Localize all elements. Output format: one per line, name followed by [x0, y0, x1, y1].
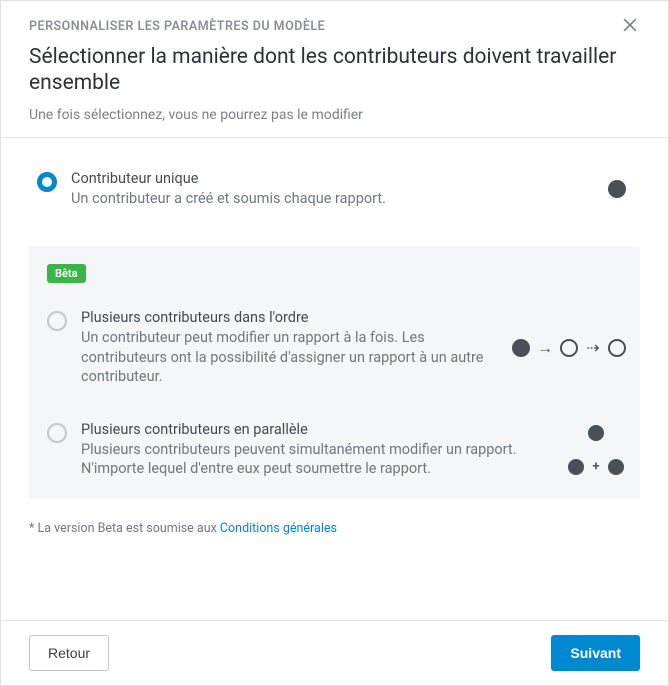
option-desc: Plusieurs contributeurs peuvent simultan… — [81, 440, 544, 479]
header-subtitle: Une fois sélectionnez, vous ne pourrez p… — [29, 107, 640, 123]
option-title: Contributeur unique — [71, 170, 586, 187]
dot-icon — [608, 180, 626, 198]
option-text: Contributeur unique Un contributeur a cr… — [71, 170, 586, 209]
beta-badge: Bêta — [47, 264, 86, 283]
single-contributor-icon — [608, 180, 626, 198]
beta-disclaimer: * La version Beta est soumise aux Condit… — [29, 521, 640, 536]
radio-sequential[interactable] — [47, 311, 67, 331]
back-button[interactable]: Retour — [29, 635, 109, 671]
modal-header: PERSONNALISER LES PARAMÈTRES DU MODÈLE S… — [1, 1, 668, 138]
option-desc: Un contributeur a créé et soumis chaque … — [71, 189, 586, 209]
arrow-right-icon: → — [534, 339, 556, 357]
radio-parallel[interactable] — [47, 423, 67, 443]
option-text: Plusieurs contributeurs en parallèle Plu… — [81, 421, 544, 479]
option-title: Plusieurs contributeurs dans l'ordre — [81, 309, 490, 326]
beta-note-text: * La version Beta est soumise aux — [29, 521, 220, 536]
option-parallel-contributors[interactable]: Plusieurs contributeurs en parallèle Plu… — [47, 413, 632, 489]
dot-hollow-icon — [560, 339, 578, 357]
option-title: Plusieurs contributeurs en parallèle — [81, 421, 544, 438]
close-button[interactable] — [620, 15, 648, 43]
sequential-flow-icon: → ⇢ — [512, 339, 626, 357]
parallel-cluster-icon: + — [566, 425, 626, 475]
option-sequential-contributors[interactable]: Plusieurs contributeurs dans l'ordre Un … — [47, 301, 632, 413]
dot-icon — [512, 339, 530, 357]
modal-footer: Retour Suivant — [1, 620, 668, 685]
arrow-right-dashed-icon: ⇢ — [582, 339, 604, 357]
dot-icon — [608, 459, 624, 475]
close-icon — [620, 15, 640, 35]
page-title: Sélectionner la manière dont les contrib… — [29, 44, 640, 97]
options-scroll-area[interactable]: Contributeur unique Un contributeur a cr… — [1, 138, 668, 621]
header-eyebrow: PERSONNALISER LES PARAMÈTRES DU MODÈLE — [29, 19, 640, 34]
option-desc: Un contributeur peut modifier un rapport… — [81, 328, 490, 387]
option-single-contributor[interactable]: Contributeur unique Un contributeur a cr… — [29, 160, 640, 219]
template-settings-modal: PERSONNALISER LES PARAMÈTRES DU MODÈLE S… — [0, 0, 669, 686]
radio-single[interactable] — [37, 172, 57, 192]
next-button[interactable]: Suivant — [551, 635, 640, 671]
option-text: Plusieurs contributeurs dans l'ordre Un … — [81, 309, 490, 387]
dot-hollow-icon — [608, 339, 626, 357]
dot-icon — [568, 459, 584, 475]
terms-link[interactable]: Conditions générales — [220, 521, 337, 536]
plus-icon: + — [592, 459, 599, 474]
beta-options-group: Bêta Plusieurs contributeurs dans l'ordr… — [29, 246, 640, 499]
dot-icon — [588, 425, 604, 441]
